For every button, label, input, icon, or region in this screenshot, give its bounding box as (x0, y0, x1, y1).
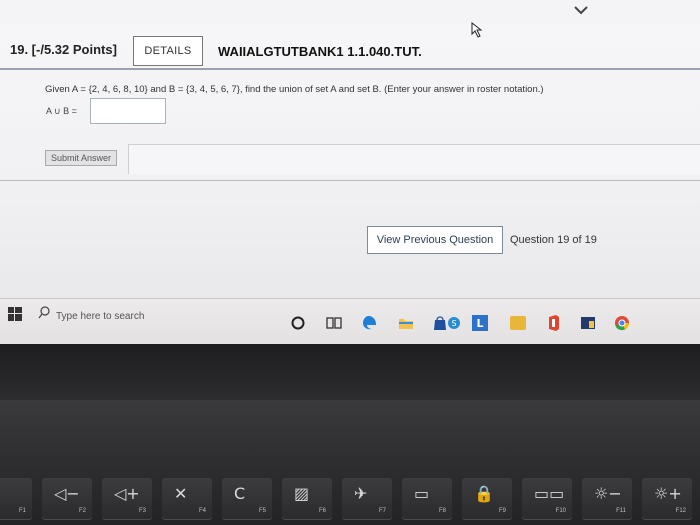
key-glyph: ▭ (414, 484, 430, 503)
key-label: F7 (378, 508, 386, 514)
windows-start-icon[interactable] (8, 307, 22, 321)
windows-taskbar: Type here to search S L (0, 298, 700, 344)
key-glyph: ◁+ (114, 484, 140, 503)
key-glyph: ◁− (54, 484, 80, 503)
key-glyph: C (234, 484, 246, 503)
key-label: F4 (198, 508, 206, 514)
key-f10[interactable]: ▭▭ F10 (522, 478, 572, 520)
key-f2[interactable]: ◁− F2 (42, 478, 92, 520)
details-button[interactable]: DETAILS (133, 36, 203, 66)
skype-icon[interactable]: S (446, 315, 462, 331)
search-icon (38, 306, 50, 319)
question-text: Given A = {2, 4, 6, 8, 10} and B = {3, 4… (45, 84, 544, 95)
key-f9[interactable]: 🔒 F9 (462, 478, 512, 520)
key-label: F5 (258, 508, 266, 514)
search-placeholder: Type here to search (56, 311, 145, 322)
key-label: F10 (555, 508, 566, 514)
key-f3[interactable]: ◁+ F3 (102, 478, 152, 520)
key-glyph: ✕ (174, 484, 188, 503)
edge-icon[interactable] (362, 315, 378, 331)
key-label: F3 (138, 508, 146, 514)
svg-text:S: S (451, 319, 456, 328)
file-explorer-icon[interactable] (398, 315, 414, 331)
key-f11[interactable]: ☼− F11 (582, 478, 632, 520)
chrome-icon[interactable] (614, 315, 630, 331)
cortana-icon[interactable] (290, 315, 306, 331)
key-f12[interactable]: ☼+ F12 (642, 478, 692, 520)
top-strip (0, 0, 700, 24)
key-glyph: ▭▭ (534, 484, 565, 503)
question-body: Given A = {2, 4, 6, 8, 10} and B = {3, 4… (0, 70, 700, 190)
question-counter: Question 19 of 19 (510, 234, 597, 246)
task-view-icon[interactable] (326, 315, 342, 331)
key-label: F8 (438, 508, 446, 514)
browser-viewport: 19. [-/5.32 Points] DETAILS WAIIALGTUTBA… (0, 0, 700, 300)
office-icon[interactable] (546, 315, 562, 331)
app-l-icon[interactable]: L (472, 315, 488, 331)
laptop-bezel (0, 344, 700, 404)
question-number-points: 19. [-/5.32 Points] (10, 42, 117, 57)
key-glyph: ▨ (294, 484, 310, 503)
key-f4[interactable]: ✕ F4 (162, 478, 212, 520)
taskbar-search-box[interactable]: Type here to search (30, 303, 265, 325)
app-yellow-icon[interactable] (510, 315, 526, 331)
key-f7[interactable]: ✈ F7 (342, 478, 392, 520)
key-f8[interactable]: ▭ F8 (402, 478, 452, 520)
chevron-down-icon[interactable] (570, 2, 592, 18)
key-glyph: 🔒 (474, 484, 494, 503)
svg-text:L: L (476, 317, 483, 330)
key-glyph: ✈ (354, 484, 368, 503)
key-f5[interactable]: C F5 (222, 478, 272, 520)
question-header: 19. [-/5.32 Points] DETAILS WAIIALGTUTBA… (0, 36, 700, 70)
question-divider (0, 180, 700, 181)
question-code: WAIIALGTUTBANK1 1.1.040.TUT. (218, 44, 422, 59)
key-glyph: ☼− (594, 484, 622, 503)
submit-answer-button[interactable]: Submit Answer (45, 150, 117, 166)
app-icon[interactable] (580, 315, 596, 331)
answer-label: A ∪ B = (46, 106, 77, 116)
submit-panel (128, 144, 700, 174)
key-label: F1 (18, 508, 26, 514)
view-previous-question-button[interactable]: View Previous Question (367, 226, 503, 254)
key-f1[interactable]: ⁄F1 (0, 478, 32, 520)
answer-input[interactable] (90, 98, 166, 124)
key-label: F2 (78, 508, 86, 514)
key-glyph: ☼+ (654, 484, 682, 503)
key-label: F12 (675, 508, 686, 514)
key-label: F6 (318, 508, 326, 514)
key-label: F11 (616, 508, 626, 514)
key-f6[interactable]: ▨ F6 (282, 478, 332, 520)
key-label: F9 (498, 508, 506, 514)
